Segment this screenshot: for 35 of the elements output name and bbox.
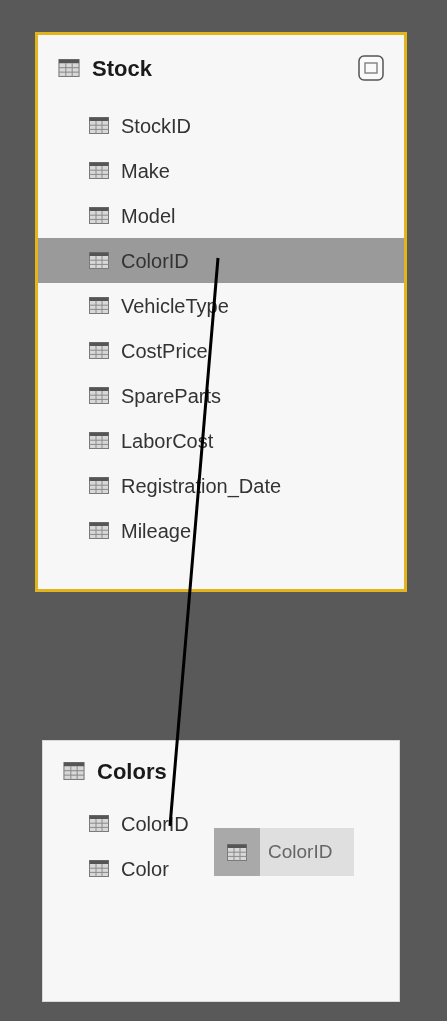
table-icon: [89, 162, 109, 179]
table-icon: [58, 59, 80, 77]
field-row[interactable]: ColorID: [43, 801, 193, 846]
table-icon: [63, 762, 85, 780]
table-icon: [89, 860, 109, 877]
field-row[interactable]: Mileage: [38, 508, 196, 553]
table-icon: [89, 117, 109, 134]
table-icon: [89, 815, 109, 832]
field-name: Make: [121, 158, 170, 184]
field-name: ColorID: [121, 811, 189, 837]
field-name: Color: [121, 856, 169, 882]
field-name: Model: [121, 203, 176, 229]
table-icon: [89, 252, 109, 269]
table-title: Colors: [97, 757, 168, 786]
field-name: ColorID: [121, 248, 189, 274]
field-row[interactable]: ColorID: [38, 238, 404, 283]
table-icon: [89, 432, 109, 449]
field-row[interactable]: CostPrice: [38, 328, 212, 373]
ghost-label: ColorID: [268, 839, 333, 864]
focus-mode-icon[interactable]: [358, 55, 384, 81]
table-icon: [89, 522, 109, 539]
table-icon: [89, 477, 109, 494]
table-icon: [227, 843, 247, 861]
field-row[interactable]: Make: [38, 148, 174, 193]
field-row[interactable]: StockID: [38, 103, 196, 148]
table-title: Stock: [92, 54, 153, 83]
field-name: StockID: [121, 113, 192, 139]
table-icon: [89, 297, 109, 314]
field-name: CostPrice: [121, 338, 208, 364]
field-name: Mileage: [121, 518, 192, 544]
table-icon: [89, 342, 109, 359]
table-icon: [89, 387, 109, 404]
field-row[interactable]: Model: [38, 193, 180, 238]
table-icon: [89, 207, 109, 224]
field-row[interactable]: Color: [43, 846, 173, 891]
